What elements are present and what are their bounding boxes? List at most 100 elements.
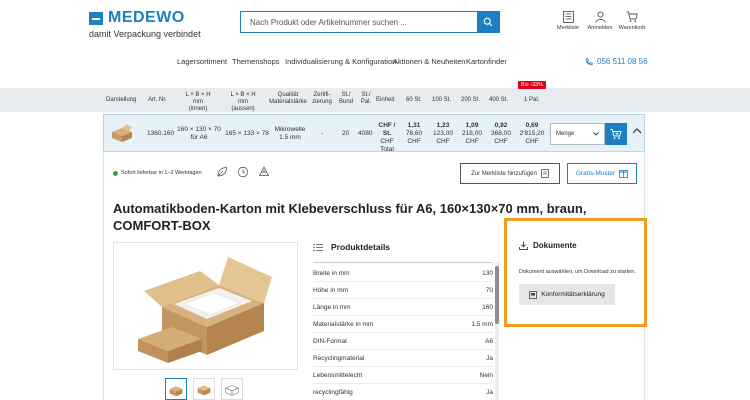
detail-label: Lebensmittelecht [313,371,363,379]
detail-label: Materialstärke in mm [313,320,374,328]
phone-icon [585,57,593,65]
warenkorb-label: Warenkorb [618,25,646,31]
free-sample-button[interactable]: Gratis-Muster [567,163,637,184]
th-100st: 100 St. [432,97,452,103]
price-60-cur: CHF [407,138,421,145]
product-details: Produktdetails Breite in mm 130 Höhe in m… [313,238,493,400]
brand-tagline: damit Verpackung verbindet [89,29,201,39]
th-aussen-line1: L × B × H mm [230,92,256,105]
product-main-image[interactable] [113,242,298,370]
eco-icons [216,166,270,178]
chevron-up-icon[interactable] [632,127,642,135]
brand-logo[interactable]: MEDEWO damit Verpackung verbindet [89,9,201,39]
details-scrollbar-thumb[interactable] [495,266,499,324]
th-pal: St./ Pal. [359,92,373,106]
price-100-total: 123,00 [433,130,453,137]
row-artnr: 1360.160 [147,130,175,137]
th-qualitaet-line2: Materialstärke [269,99,307,105]
row-einheit-line1: CHF / St. [378,122,396,137]
row-qual-line1: Mikrowelle [274,126,306,133]
th-zertifizierung: Zertifi- zierung [311,92,333,106]
leaf-icon [217,167,227,177]
th-bund: St./ Bund [338,92,354,106]
row-innen-line2: für A6 [190,134,208,141]
detail-row: Lebensmittelecht Nein [313,367,493,384]
table-header: Darstellung Art. Nr. L × B × H mm (innen… [0,88,750,112]
nav-item-kartonfinder[interactable]: Kartonfinder [466,57,507,66]
thumbnail-3[interactable] [221,378,243,400]
detail-row: Länge in mm 160 [313,299,493,316]
row-innen-line1: 160 × 130 × 70 [177,126,221,133]
th-qualitaet: Qualität Materialstärke [268,92,308,106]
th-200st: 200 St. [461,97,481,103]
detail-value: Ja [486,354,493,362]
detail-row: Recyclingmaterial Ja [313,350,493,367]
th-60st: 60 St. [406,97,422,103]
th-einheit: Einheit [376,97,395,103]
nav-item-lagersortiment[interactable]: Lagersortiment [177,57,227,66]
merkliste-link[interactable]: Merkliste [552,11,584,31]
search-button[interactable] [477,12,499,32]
conformity-declaration-button[interactable]: Konformitätserklärung [519,284,615,305]
row-price-400: 0,92 368,00 CHF [488,122,514,146]
price-60-unit: 1,31 [407,122,421,129]
phone-number: 056 511 08 56 [597,57,648,66]
price-200-unit: 1,09 [465,122,479,129]
nav-item-aktionen[interactable]: Aktionen & Neuheiten [393,57,466,66]
detail-row: Breite in mm 130 [313,265,493,282]
th-innen-line2: (innen) [188,106,208,112]
th-pal-line1: St./ [361,92,371,98]
nav-item-individualisierung[interactable]: Individualisierung & Konfiguration [285,57,396,66]
row-qual-line2: 1.5 mm [279,134,301,141]
header-icons: Merkliste Anmelden Warenkorb [552,11,648,31]
th-bund-line2: Bund [338,99,353,105]
list-icon [540,169,549,178]
phone-link[interactable]: 056 511 08 56 [585,57,648,66]
price-400-total: 368,00 [491,130,511,137]
merkliste-label: Merkliste [556,25,579,31]
row-price-60: 1,31 78,60 CHF [402,122,426,146]
th-aussen: L × B × H mm (aussen) [225,92,261,113]
row-zert: - [321,130,324,137]
gift-box-icon [619,170,629,178]
image-thumbnails [165,378,243,400]
add-to-wishlist-button[interactable]: Zur Merkliste hinzufügen [460,163,560,184]
row-einheit: CHF / St. CHF Total [374,122,400,154]
chevron-down-icon [593,132,599,136]
thumbnail-1[interactable] [165,378,187,400]
availability-status: Sofort lieferbar in 1–2 Werktagen [113,170,202,176]
price-1pal-cur: CHF [525,138,539,145]
detail-label: recyclingfähig [313,388,353,396]
th-innen: L × B × H mm (innen) [180,92,216,113]
th-zert-line2: zierung [312,99,332,105]
search-input[interactable] [241,12,477,32]
price-200-total: 218,00 [462,130,482,137]
warenkorb-link[interactable]: Warenkorb [616,11,648,31]
detail-label: DIN-Format [313,337,347,345]
nav-item-themenshops[interactable]: Themenshops [232,57,280,66]
th-aussen-line2: (aussen) [231,106,255,112]
detail-label: Breite in mm [313,269,350,277]
price-60-total: 78,60 [405,130,423,137]
documents-title: Dokumente [533,241,577,250]
detail-row: Materialstärke in mm 1.5 mm [313,316,493,333]
row-einheit-line2: CHF [380,138,394,145]
row-bund: 20 [342,130,350,137]
row-qualitaet: Mikrowelle 1.5 mm [272,126,308,142]
detail-label: Länge in mm [313,303,351,311]
th-400st: 400 St. [489,97,509,103]
price-100-unit: 1,23 [436,122,450,129]
row-innen: 160 × 130 × 70 für A6 [177,126,221,142]
add-to-cart-button[interactable] [605,123,627,145]
row-price-200: 1,09 218,00 CHF [459,122,485,146]
anmelden-link[interactable]: Anmelden [584,11,616,31]
thumbnail-2[interactable] [193,378,215,400]
product-thumbnail[interactable] [110,123,134,143]
quantity-select[interactable]: Menge [550,123,605,145]
price-400-unit: 0,92 [494,122,508,129]
row-price-100: 1,23 123,00 CHF [430,122,456,146]
th-1pal: 1 Pal. [524,97,540,103]
th-pal-line2: Pal. [360,99,372,105]
availability-text: Sofort lieferbar in 1–2 Werktagen [121,170,202,176]
cart-add-icon [610,129,622,140]
